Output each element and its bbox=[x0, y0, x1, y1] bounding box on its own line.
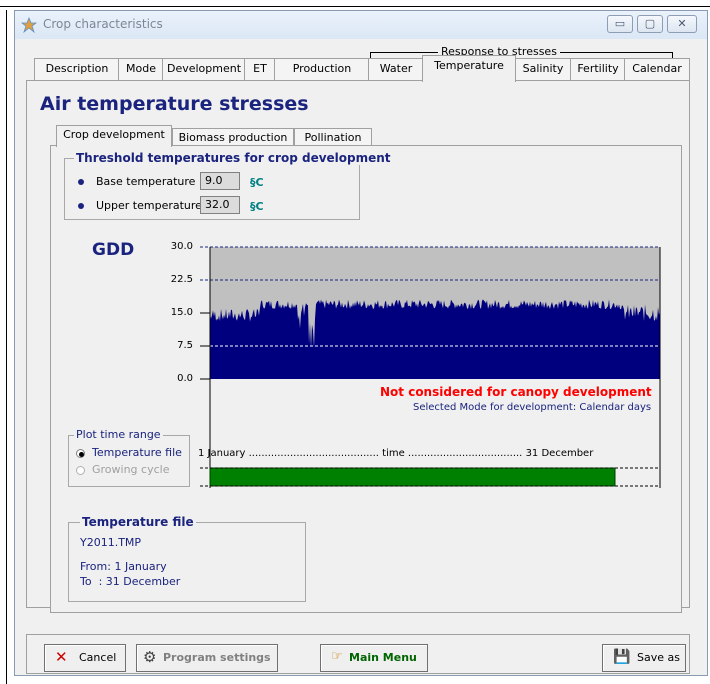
radio-growing-cycle-label[interactable]: Growing cycle bbox=[92, 463, 169, 476]
y-tick-label: 0.0 bbox=[177, 373, 193, 384]
radio-temperature-file-label[interactable]: Temperature file bbox=[92, 446, 182, 459]
tab-description[interactable]: Description bbox=[34, 58, 120, 81]
tab-production[interactable]: Production bbox=[274, 58, 370, 81]
dots-left: ........................................… bbox=[245, 448, 379, 459]
subtab-crop-development[interactable]: Crop development bbox=[56, 125, 172, 147]
bullet-icon bbox=[78, 179, 84, 185]
window-title: Crop characteristics bbox=[43, 17, 163, 31]
tab-mode[interactable]: Mode bbox=[118, 58, 164, 81]
cancel-label: Cancel bbox=[79, 651, 117, 664]
gdd-label: GDD bbox=[92, 240, 135, 260]
base-temperature-unit: §C bbox=[250, 176, 264, 189]
time-end-label: 31 December bbox=[525, 448, 594, 459]
main-menu-label: Main Menu bbox=[349, 651, 417, 664]
page-title: Air temperature stresses bbox=[40, 93, 309, 115]
minimize-button[interactable]: ▭ bbox=[607, 15, 633, 33]
program-settings-button[interactable]: ⚙ Program settings bbox=[136, 644, 278, 672]
plot-range-group bbox=[68, 435, 190, 487]
floppy-disk-icon: 💾 bbox=[613, 649, 631, 665]
y-tick-label: 30.0 bbox=[170, 241, 193, 252]
settings-icon: ⚙ bbox=[143, 648, 157, 666]
y-tick-label: 7.5 bbox=[177, 340, 193, 351]
pointing-hand-icon: ☞ bbox=[331, 649, 343, 664]
upper-temperature-label: Upper temperature bbox=[96, 199, 202, 212]
main-menu-button[interactable]: ☞ Main Menu bbox=[320, 644, 428, 672]
title-bar[interactable]: Crop characteristics ▭ ▢ ✕ bbox=[15, 11, 707, 39]
temperature-file-to: To : 31 December bbox=[80, 575, 181, 588]
base-temperature-label: Base temperature bbox=[96, 175, 196, 188]
cancel-button[interactable]: ✕ Cancel bbox=[44, 644, 126, 672]
top-frame-line bbox=[0, 6, 710, 7]
time-start-label: 1 January bbox=[198, 448, 246, 459]
temperature-file-from: From: 1 January bbox=[80, 560, 167, 573]
save-as-button[interactable]: 💾 Save as bbox=[602, 644, 686, 672]
temperature-file-name: Y2011.TMP bbox=[80, 536, 142, 549]
plot-range-title: Plot time range bbox=[74, 428, 163, 441]
time-middle-label: time bbox=[382, 448, 405, 459]
not-considered-message: Not considered for canopy development bbox=[380, 385, 652, 399]
app-icon bbox=[21, 17, 37, 33]
dots-right: .................................... bbox=[404, 448, 523, 459]
y-tick-label: 22.5 bbox=[170, 274, 193, 285]
close-button[interactable]: ✕ bbox=[667, 15, 697, 33]
base-temperature-field[interactable]: 9.0 bbox=[200, 172, 240, 190]
tab-development[interactable]: Development bbox=[162, 58, 246, 81]
tab-salinity[interactable]: Salinity bbox=[514, 58, 572, 81]
tab-water[interactable]: Water bbox=[368, 58, 424, 81]
cancel-icon: ✕ bbox=[55, 648, 68, 666]
selected-mode-text: Selected Mode for development: Calendar … bbox=[413, 402, 652, 413]
maximize-button[interactable]: ▢ bbox=[637, 15, 663, 33]
program-settings-label: Program settings bbox=[163, 651, 271, 664]
threshold-group-title: Threshold temperatures for crop developm… bbox=[74, 151, 393, 165]
temperature-file-title: Temperature file bbox=[80, 515, 196, 529]
y-tick-label: 15.0 bbox=[170, 307, 193, 318]
save-as-label: Save as bbox=[637, 651, 680, 664]
gdd-area-series bbox=[210, 299, 660, 379]
bullet-icon bbox=[78, 203, 84, 209]
upper-temperature-unit: §C bbox=[250, 200, 264, 213]
tab-calendar[interactable]: Calendar bbox=[624, 58, 690, 81]
radio-temperature-file[interactable] bbox=[76, 449, 85, 458]
upper-temperature-field[interactable]: 32.0 bbox=[200, 196, 240, 214]
time-axis-label: 1 January ..............................… bbox=[198, 448, 593, 459]
left-frame-line bbox=[6, 10, 7, 684]
radio-growing-cycle[interactable] bbox=[76, 466, 85, 475]
growing-cycle-bar bbox=[209, 467, 616, 487]
tab-et[interactable]: ET bbox=[244, 58, 276, 81]
tab-temperature[interactable]: Temperature bbox=[422, 55, 516, 82]
tab-fertility[interactable]: Fertility bbox=[570, 58, 626, 81]
